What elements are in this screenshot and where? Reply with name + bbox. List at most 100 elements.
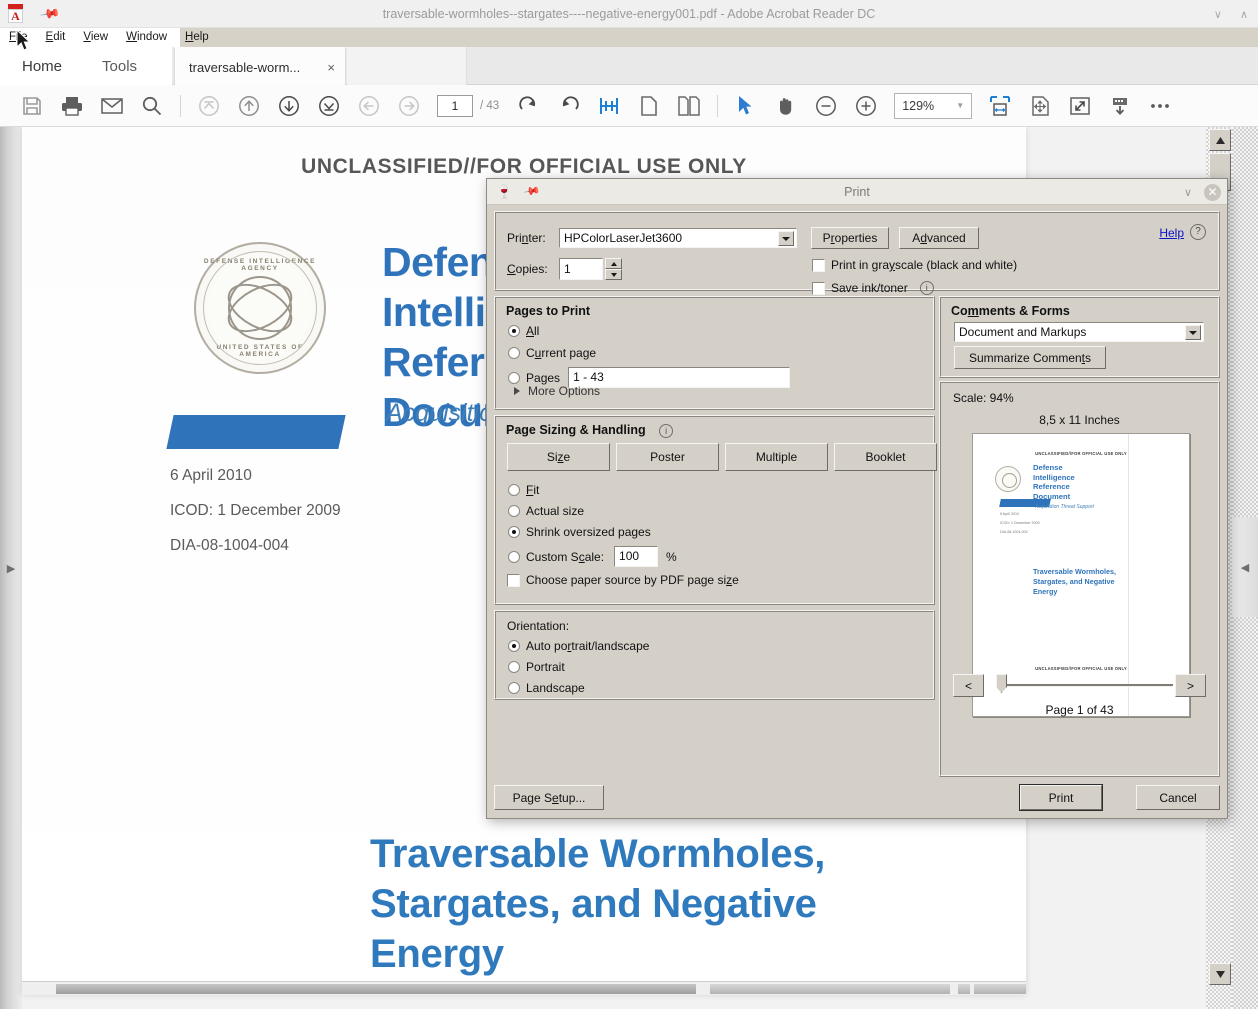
rotate-clockwise-icon[interactable]	[512, 89, 546, 123]
poster-button[interactable]: Poster	[616, 443, 719, 471]
menu-window[interactable]: Window	[117, 28, 176, 47]
pin-icon[interactable]: 📌	[523, 182, 542, 201]
menu-help[interactable]: Help	[176, 28, 218, 47]
page-setup-button[interactable]: Page Setup...	[494, 785, 604, 810]
hand-tool-icon[interactable]	[769, 89, 803, 123]
radio-fit[interactable]	[508, 484, 520, 496]
radio-portrait[interactable]	[508, 661, 520, 673]
radio-actual-size-row[interactable]: Actual size	[508, 504, 584, 518]
question-mark-icon[interactable]: ?	[1190, 224, 1206, 240]
minimize-button[interactable]: ∨	[1214, 8, 1222, 21]
radio-shrink-oversized-row[interactable]: Shrink oversized pages	[508, 525, 651, 539]
left-pane-expand-button[interactable]: ▶	[0, 127, 22, 1009]
search-icon[interactable]	[135, 89, 169, 123]
radio-current-page-row[interactable]: Current page	[508, 346, 596, 360]
copies-input[interactable]: 1	[559, 258, 603, 280]
zoom-out-icon[interactable]	[809, 89, 843, 123]
save-icon[interactable]	[15, 89, 49, 123]
menu-edit[interactable]: Edit	[37, 28, 75, 47]
menu-view[interactable]: View	[74, 28, 117, 47]
scroll-down-button[interactable]	[1209, 963, 1231, 985]
size-button[interactable]: Size	[507, 443, 610, 471]
radio-landscape-row[interactable]: Landscape	[508, 681, 585, 695]
first-page-icon[interactable]	[192, 89, 226, 123]
last-page-icon[interactable]	[312, 89, 346, 123]
radio-auto-orientation[interactable]	[508, 640, 520, 652]
custom-scale-input[interactable]: 100	[614, 546, 658, 567]
cancel-button[interactable]: Cancel	[1136, 785, 1220, 810]
comments-forms-select[interactable]: Document and Markups	[954, 322, 1204, 342]
close-icon[interactable]: ×	[327, 60, 335, 75]
copies-increment-button[interactable]	[605, 258, 622, 269]
zoom-level-select[interactable]: 129% ▼	[894, 93, 972, 119]
tab-home[interactable]: Home	[22, 58, 62, 75]
email-icon[interactable]	[95, 89, 129, 123]
save-ink-checkbox[interactable]	[812, 282, 825, 295]
select-tool-icon[interactable]	[729, 89, 763, 123]
paper-source-checkbox-row[interactable]: Choose paper source by PDF page size	[507, 573, 739, 587]
radio-actual-size[interactable]	[508, 505, 520, 517]
scroll-up-button[interactable]	[1209, 129, 1231, 151]
properties-button[interactable]: Properties	[811, 227, 889, 249]
chevron-down-icon[interactable]	[778, 231, 794, 246]
print-dialog-close-button[interactable]: ✕	[1204, 184, 1221, 201]
horizontal-scrollbar[interactable]	[22, 981, 1026, 995]
multiple-button[interactable]: Multiple	[725, 443, 828, 471]
back-icon[interactable]	[352, 89, 386, 123]
radio-portrait-row[interactable]: Portrait	[508, 660, 565, 674]
print-icon[interactable]	[55, 89, 89, 123]
info-icon[interactable]: i	[659, 424, 673, 438]
radio-pages[interactable]	[508, 372, 520, 384]
forward-icon[interactable]	[392, 89, 426, 123]
radio-landscape[interactable]	[508, 682, 520, 694]
printer-select[interactable]: HPColorLaserJet3600	[559, 228, 797, 248]
rotate-counterclockwise-icon[interactable]	[552, 89, 586, 123]
more-tools-icon[interactable]	[1143, 89, 1177, 123]
radio-auto-orientation-row[interactable]: Auto portrait/landscape	[508, 639, 649, 653]
thumbnail-main-title-line-3: Energy	[1033, 587, 1116, 597]
info-icon[interactable]: i	[920, 281, 934, 295]
maximize-button[interactable]: ∧	[1240, 8, 1248, 21]
thumbnail-classification-top: UNCLASSIFIED//FOR OFFICIAL USE ONLY	[973, 451, 1189, 456]
radio-shrink-oversized[interactable]	[508, 526, 520, 538]
pin-icon[interactable]: 📌	[39, 2, 61, 24]
single-page-icon[interactable]	[632, 89, 666, 123]
radio-fit-row[interactable]: Fit	[508, 483, 539, 497]
radio-all[interactable]	[508, 325, 520, 337]
tab-tools[interactable]: Tools	[102, 58, 137, 75]
menu-file[interactable]: File	[0, 28, 37, 47]
paper-source-checkbox[interactable]	[507, 574, 520, 587]
page-number-input[interactable]: 1	[437, 95, 473, 117]
zoom-in-icon[interactable]	[849, 89, 883, 123]
preview-page-slider-track[interactable]	[1001, 684, 1173, 687]
preview-previous-button[interactable]: <	[953, 674, 984, 697]
more-options-toggle[interactable]: More Options	[514, 384, 600, 398]
pages-range-input[interactable]: 1 - 43	[568, 367, 790, 388]
booklet-button[interactable]: Booklet	[834, 443, 937, 471]
advanced-button[interactable]: Advanced	[899, 227, 979, 249]
fit-width-icon[interactable]	[592, 89, 626, 123]
preview-next-button[interactable]: >	[1175, 674, 1206, 697]
radio-custom-scale-row[interactable]: Custom Scale: 100 %	[508, 546, 677, 567]
summarize-comments-button[interactable]: Summarize Comments	[954, 346, 1106, 369]
right-pane-collapse-button[interactable]: ◀	[1232, 517, 1258, 617]
tab-document[interactable]: traversable-worm... ×	[174, 47, 346, 85]
grayscale-checkbox[interactable]	[812, 259, 825, 272]
radio-custom-scale[interactable]	[508, 551, 520, 563]
print-button[interactable]: Print	[1020, 785, 1102, 810]
help-link[interactable]: Help	[1159, 226, 1184, 240]
fullscreen-icon[interactable]	[1063, 89, 1097, 123]
next-page-icon[interactable]	[272, 89, 306, 123]
radio-all-row[interactable]: All	[508, 324, 539, 338]
two-page-icon[interactable]	[672, 89, 706, 123]
fit-page-width-icon[interactable]	[983, 89, 1017, 123]
radio-current-page[interactable]	[508, 347, 520, 359]
download-icon[interactable]	[1103, 89, 1137, 123]
save-ink-checkbox-row[interactable]: Save ink/toner i	[812, 281, 934, 295]
copies-decrement-button[interactable]	[605, 269, 622, 280]
print-dialog-minimize-button[interactable]: ∨	[1184, 186, 1192, 199]
chevron-down-icon[interactable]	[1185, 325, 1201, 340]
grayscale-checkbox-row[interactable]: Print in grayscale (black and white)	[812, 258, 1017, 272]
pan-zoom-icon[interactable]	[1023, 89, 1057, 123]
previous-page-icon[interactable]	[232, 89, 266, 123]
